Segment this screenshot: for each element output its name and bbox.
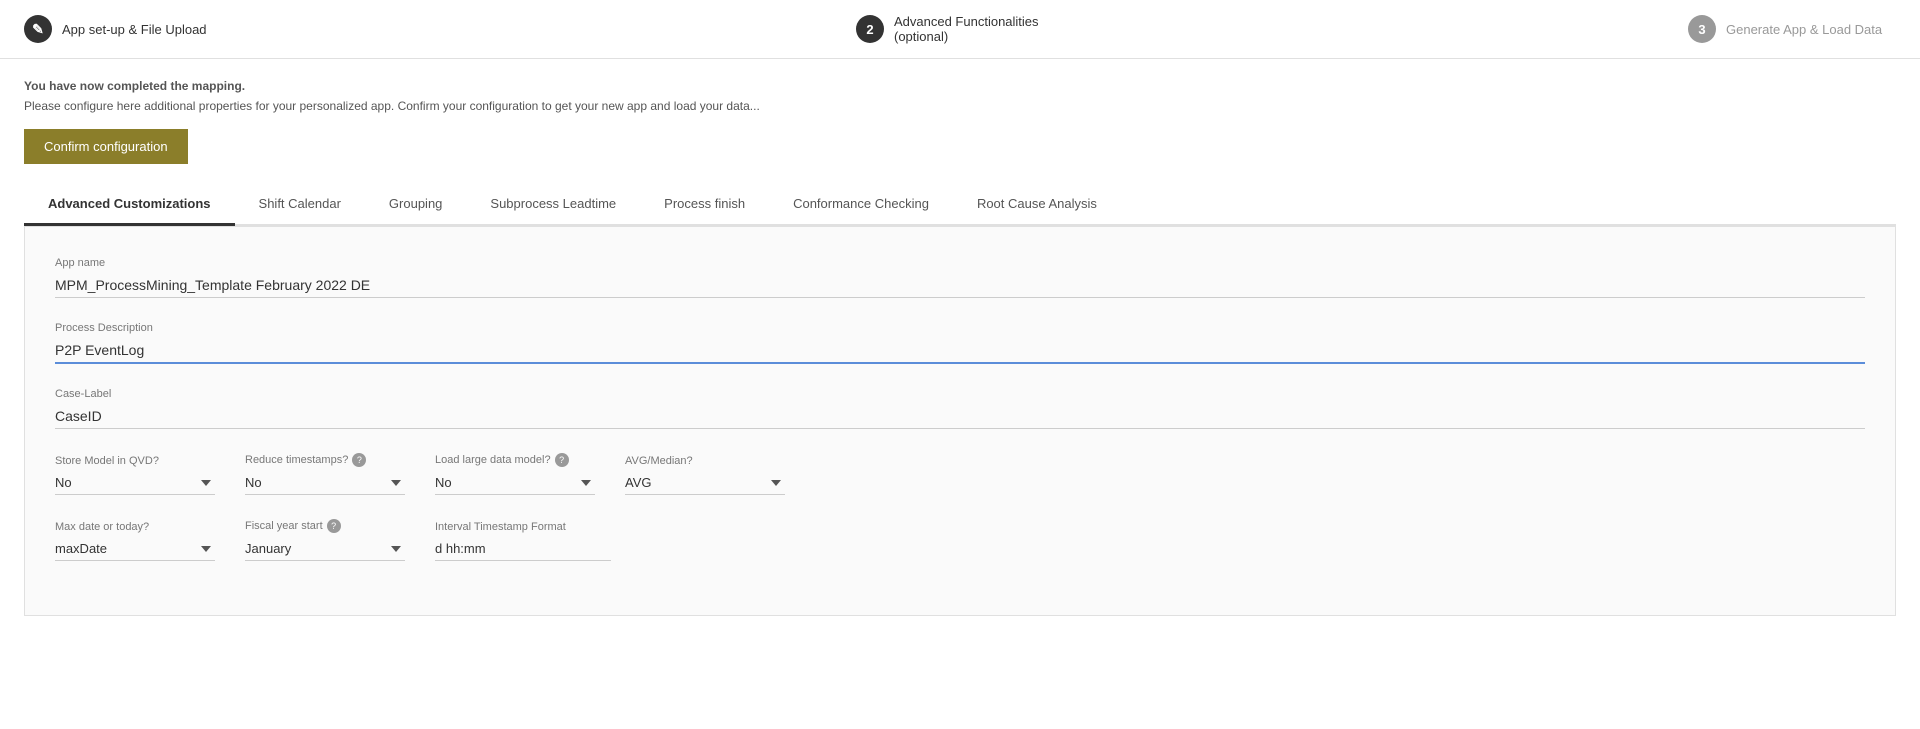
avg-median-label: AVG/Median?	[625, 455, 785, 467]
tab-subprocess-leadtime[interactable]: Subprocess Leadtime	[466, 184, 640, 226]
load-large-info-icon: ?	[555, 453, 569, 467]
dropdowns-row-1: Store Model in QVD? No Yes Reduce timest…	[55, 453, 1865, 495]
process-description-group: Process Description	[55, 322, 1865, 364]
tab-bar: Advanced Customizations Shift Calendar G…	[24, 184, 1896, 226]
app-name-input[interactable]	[55, 273, 1865, 298]
reduce-timestamps-group: Reduce timestamps? ? No Yes	[245, 453, 405, 495]
step-2[interactable]: 2 Advanced Functionalities (optional)	[856, 14, 1064, 44]
reduce-timestamps-label: Reduce timestamps? ?	[245, 453, 405, 467]
step-1-label: App set-up & File Upload	[62, 22, 207, 37]
fiscal-year-group: Fiscal year start ? January February Mar…	[245, 519, 405, 561]
tab-panel-advanced: App name Process Description Case-Label …	[24, 226, 1896, 616]
tab-conformance-checking[interactable]: Conformance Checking	[769, 184, 953, 226]
process-description-input[interactable]	[55, 338, 1865, 364]
max-date-label: Max date or today?	[55, 521, 215, 533]
tab-grouping[interactable]: Grouping	[365, 184, 466, 226]
interval-format-label: Interval Timestamp Format	[435, 521, 611, 533]
avg-median-group: AVG/Median? AVG Median	[625, 455, 785, 495]
max-date-select[interactable]: maxDate today	[55, 537, 215, 561]
step-2-circle: 2	[856, 15, 884, 43]
interval-format-input[interactable]	[435, 537, 611, 561]
info-line-2: Please configure here additional propert…	[24, 99, 1896, 113]
step-2-label: Advanced Functionalities (optional)	[894, 14, 1064, 44]
store-model-group: Store Model in QVD? No Yes	[55, 455, 215, 495]
main-content: You have now completed the mapping. Plea…	[0, 59, 1920, 636]
dropdowns-row-2: Max date or today? maxDate today Fiscal …	[55, 519, 1865, 561]
tab-advanced-customizations[interactable]: Advanced Customizations	[24, 184, 235, 226]
max-date-group: Max date or today? maxDate today	[55, 521, 215, 561]
load-large-select[interactable]: No Yes	[435, 471, 595, 495]
tab-shift-calendar[interactable]: Shift Calendar	[235, 184, 365, 226]
info-line-1: You have now completed the mapping.	[24, 79, 1896, 93]
reduce-timestamps-select[interactable]: No Yes	[245, 471, 405, 495]
case-label-input[interactable]	[55, 404, 1865, 429]
fiscal-year-info-icon: ?	[327, 519, 341, 533]
app-name-group: App name	[55, 257, 1865, 298]
load-large-label: Load large data model? ?	[435, 453, 595, 467]
step-1[interactable]: ✎ App set-up & File Upload	[24, 15, 232, 43]
fiscal-year-label: Fiscal year start ?	[245, 519, 405, 533]
step-3-circle: 3	[1688, 15, 1716, 43]
app-name-label: App name	[55, 257, 1865, 269]
case-label-label: Case-Label	[55, 388, 1865, 400]
reduce-timestamps-info-icon: ?	[352, 453, 366, 467]
step-3-label: Generate App & Load Data	[1726, 22, 1882, 37]
process-description-label: Process Description	[55, 322, 1865, 334]
store-model-select[interactable]: No Yes	[55, 471, 215, 495]
step-3[interactable]: 3 Generate App & Load Data	[1688, 15, 1896, 43]
tab-process-finish[interactable]: Process finish	[640, 184, 769, 226]
case-label-group: Case-Label	[55, 388, 1865, 429]
fiscal-year-select[interactable]: January February March April May June Ju…	[245, 537, 405, 561]
stepper: ✎ App set-up & File Upload 2 Advanced Fu…	[0, 0, 1920, 59]
avg-median-select[interactable]: AVG Median	[625, 471, 785, 495]
tab-root-cause-analysis[interactable]: Root Cause Analysis	[953, 184, 1121, 226]
interval-format-group: Interval Timestamp Format	[435, 521, 611, 561]
confirm-configuration-button[interactable]: Confirm configuration	[24, 129, 188, 164]
store-model-label: Store Model in QVD?	[55, 455, 215, 467]
step-1-circle: ✎	[24, 15, 52, 43]
load-large-group: Load large data model? ? No Yes	[435, 453, 595, 495]
